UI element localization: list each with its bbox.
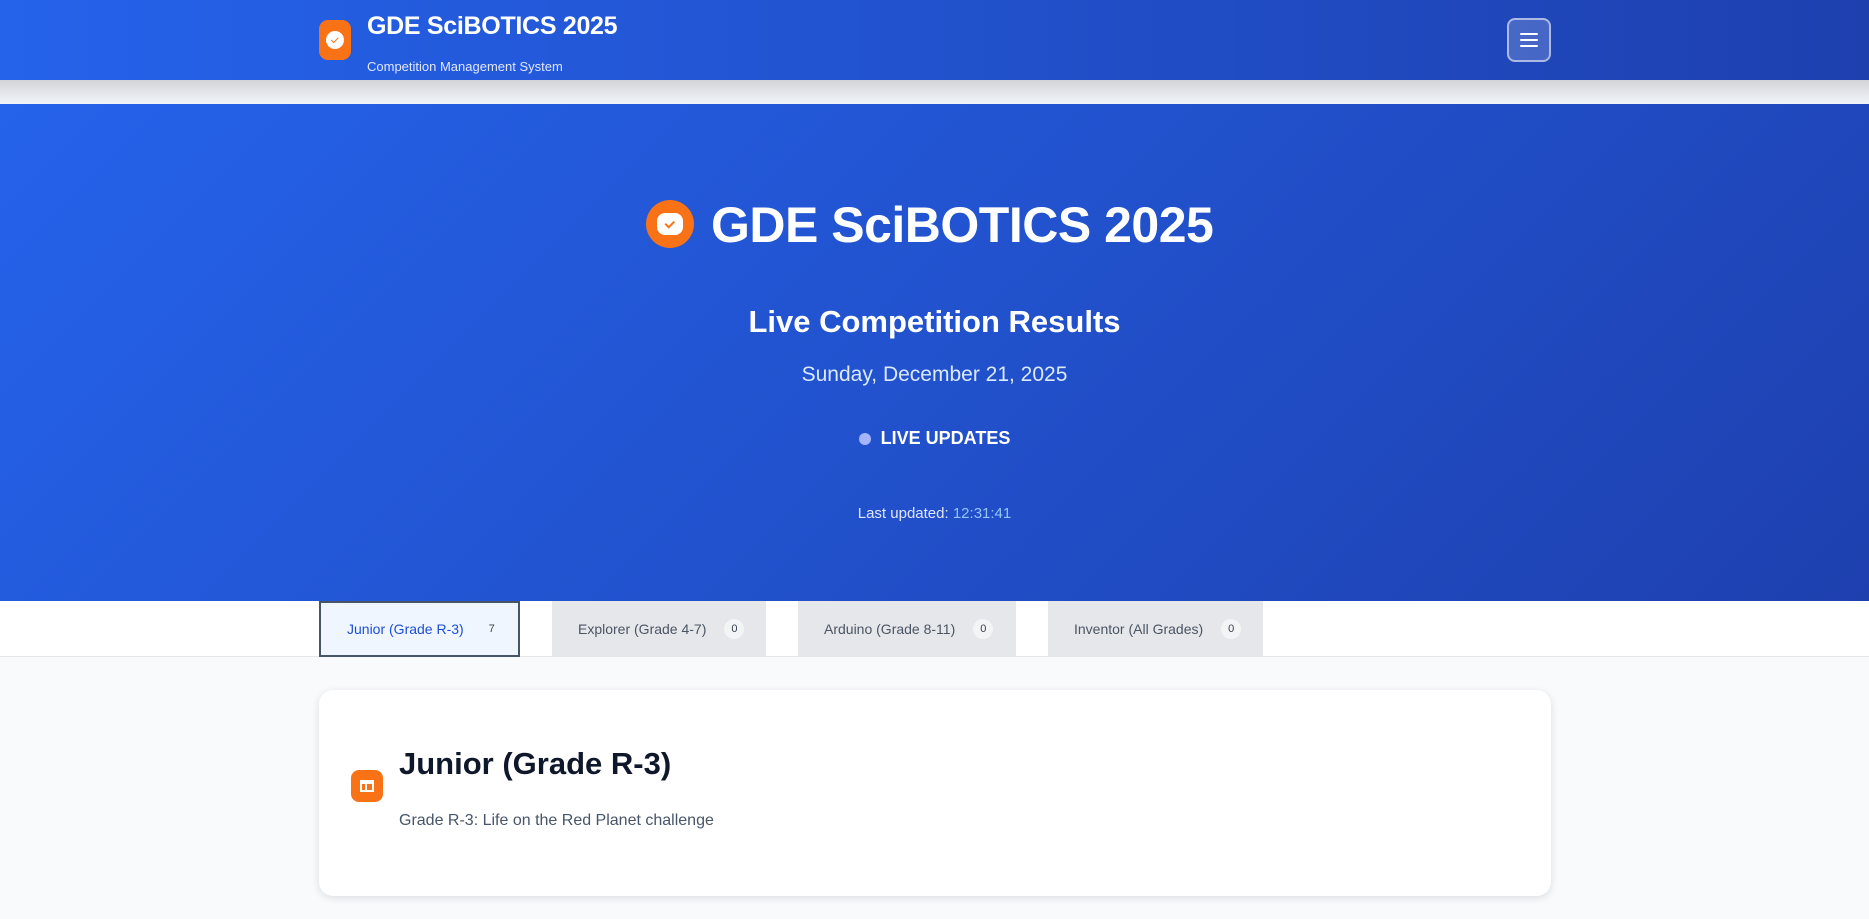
last-updated-label: Last updated: [857, 505, 949, 522]
tab-label: Arduino (Grade 8-11) [824, 621, 956, 637]
tab-inventor[interactable]: Inventor (All Grades) 0 [1048, 601, 1263, 657]
tab-count-badge: 0 [1221, 619, 1242, 639]
hero-subtitle: Live Competition Results [748, 304, 1121, 339]
tab-label: Inventor (All Grades) [1074, 621, 1204, 637]
robot-icon [646, 200, 694, 248]
top-navbar: GDE SciBOTICS 2025 Competition Managemen… [0, 0, 1869, 80]
hero-title: GDE SciBOTICS 2025 [711, 197, 1214, 253]
brand-title[interactable]: GDE SciBOTICS 2025 [367, 12, 618, 41]
category-title: Junior (Grade R-3) [399, 746, 672, 781]
last-updated: Last updated: 12:31:41 [0, 505, 1869, 522]
navbar-shadow [0, 80, 1869, 104]
tab-count-badge: 0 [724, 619, 745, 639]
robot-icon[interactable] [319, 20, 351, 60]
category-tabs: Junior (Grade R-3) 7 Explorer (Grade 4-7… [0, 601, 1869, 657]
tab-count-badge: 0 [973, 619, 994, 639]
category-card: Junior (Grade R-3) Grade R-3: Life on th… [319, 690, 1551, 896]
category-description: Grade R-3: Life on the Red Planet challe… [399, 812, 714, 829]
tab-junior[interactable]: Junior (Grade R-3) 7 [319, 601, 520, 657]
live-indicator: LIVE UPDATES [0, 428, 1869, 449]
hero-banner: GDE SciBOTICS 2025 Live Competition Resu… [0, 104, 1869, 601]
category-icon [351, 770, 383, 802]
live-label: LIVE UPDATES [880, 428, 1011, 448]
hero-date: Sunday, December 21, 2025 [801, 363, 1068, 386]
tab-count-badge: 7 [488, 623, 495, 635]
tab-label: Junior (Grade R-3) [347, 621, 464, 637]
tab-arduino[interactable]: Arduino (Grade 8-11) 0 [798, 601, 1016, 657]
tab-label: Explorer (Grade 4-7) [578, 621, 707, 637]
last-updated-time: 12:31:41 [952, 505, 1012, 522]
brand-subtitle: Competition Management System [367, 59, 563, 74]
hamburger-menu-icon[interactable] [1507, 18, 1551, 62]
live-dot-icon [858, 432, 871, 445]
tab-explorer[interactable]: Explorer (Grade 4-7) 0 [552, 601, 766, 657]
